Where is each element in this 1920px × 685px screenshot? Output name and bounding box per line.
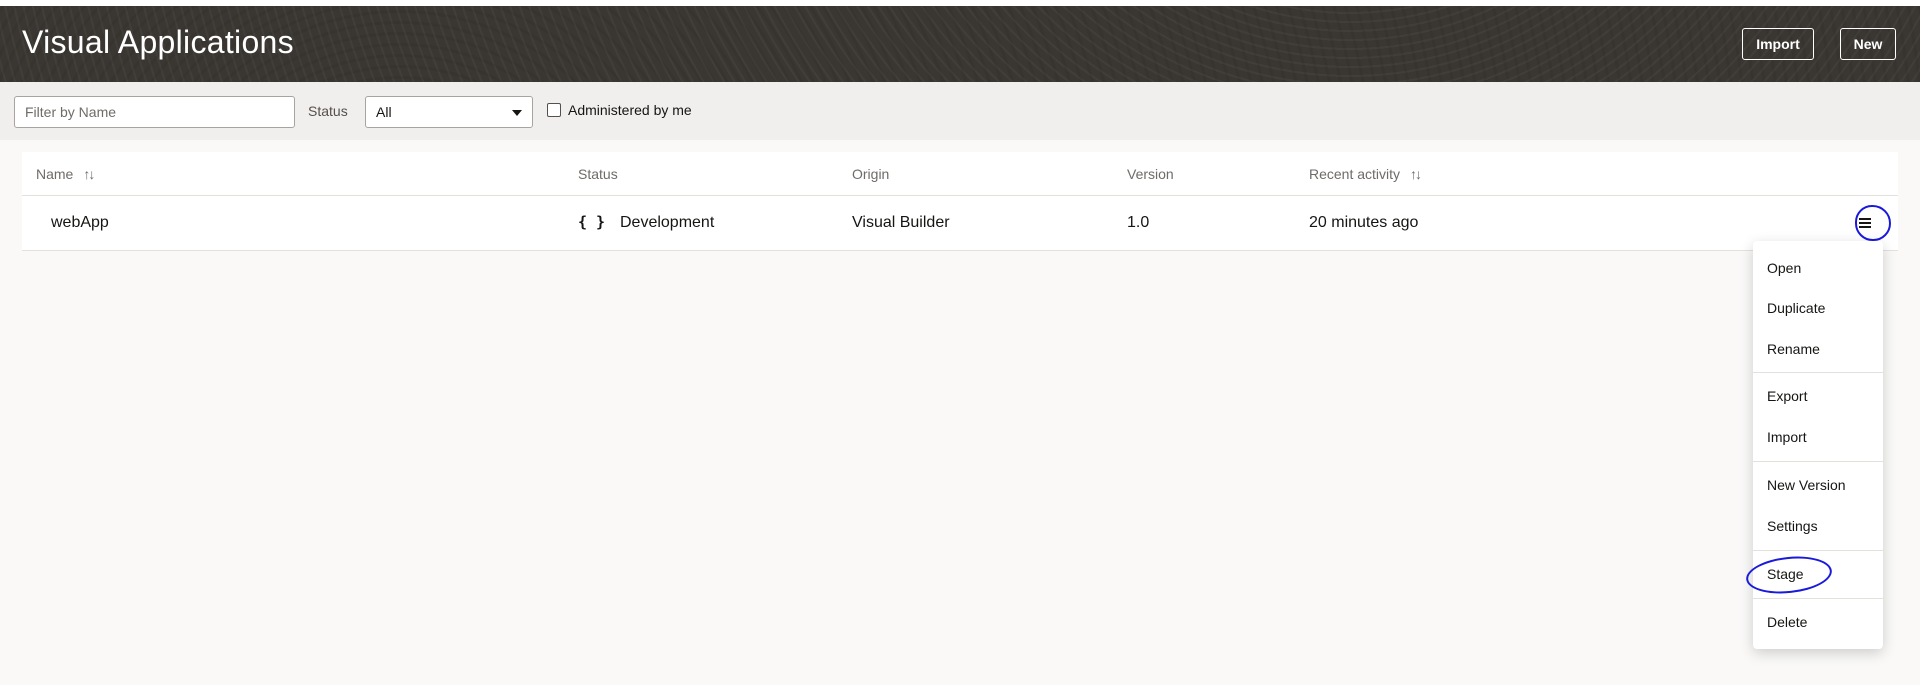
column-header-version: Version — [1127, 166, 1174, 182]
menu-item-delete[interactable]: Delete — [1753, 606, 1883, 638]
column-header-status: Status — [578, 166, 618, 182]
caret-down-icon — [512, 110, 522, 116]
menu-item-open[interactable]: Open — [1753, 252, 1883, 284]
app-version: 1.0 — [1127, 214, 1150, 231]
hamburger-menu-icon — [1859, 218, 1871, 228]
column-header-origin: Origin — [852, 166, 889, 182]
status-filter-label: Status — [308, 103, 348, 119]
new-button[interactable]: New — [1840, 28, 1896, 60]
checkbox-icon[interactable] — [547, 103, 561, 117]
app-header: Visual Applications Import New — [0, 6, 1920, 82]
status-filter-select[interactable]: All — [365, 96, 533, 128]
row-menu-button[interactable] — [1847, 205, 1883, 241]
menu-item-stage[interactable]: Stage — [1753, 558, 1883, 590]
app-status: Development — [620, 214, 715, 231]
filter-by-name-input[interactable] — [14, 96, 295, 128]
app-origin: Visual Builder — [852, 214, 950, 231]
sort-icon[interactable]: ↑↓ — [83, 166, 95, 182]
applications-table: Name ↑↓ Status Origin Version Recent act… — [22, 152, 1898, 251]
column-header-recent-activity[interactable]: Recent activity ↑↓ — [1309, 166, 1422, 182]
app-name-link[interactable]: webApp — [51, 214, 109, 232]
menu-divider — [1753, 372, 1883, 373]
development-status-icon: { } — [578, 213, 606, 231]
menu-item-export[interactable]: Export — [1753, 380, 1883, 412]
administered-by-me-label: Administered by me — [568, 102, 692, 118]
column-header-status-label: Status — [578, 166, 618, 182]
menu-divider — [1753, 598, 1883, 599]
menu-item-import[interactable]: Import — [1753, 421, 1883, 453]
menu-item-new-version[interactable]: New Version — [1753, 469, 1883, 501]
table-header: Name ↑↓ Status Origin Version Recent act… — [22, 152, 1898, 196]
column-header-origin-label: Origin — [852, 166, 890, 182]
app-recent-activity: 20 minutes ago — [1309, 214, 1419, 231]
table-row[interactable]: webApp { } Development Visual Builder 1.… — [22, 196, 1898, 251]
menu-item-settings[interactable]: Settings — [1753, 510, 1883, 542]
menu-divider — [1753, 461, 1883, 462]
column-header-name-label: Name — [36, 166, 74, 182]
menu-item-rename[interactable]: Rename — [1753, 333, 1883, 365]
row-actions-menu: Open Duplicate Rename Export Import New … — [1753, 241, 1883, 649]
sort-icon[interactable]: ↑↓ — [1410, 166, 1422, 182]
menu-divider — [1753, 550, 1883, 551]
column-header-recent-activity-label: Recent activity — [1309, 166, 1401, 182]
status-filter-value: All — [376, 104, 392, 120]
administered-by-me-checkbox[interactable]: Administered by me — [547, 102, 692, 118]
column-header-name[interactable]: Name ↑↓ — [36, 166, 95, 182]
menu-item-duplicate[interactable]: Duplicate — [1753, 292, 1883, 324]
import-button[interactable]: Import — [1742, 28, 1814, 60]
page-title: Visual Applications — [22, 24, 294, 60]
filter-toolbar: Status All Administered by me — [0, 82, 1920, 140]
column-header-version-label: Version — [1127, 166, 1174, 182]
